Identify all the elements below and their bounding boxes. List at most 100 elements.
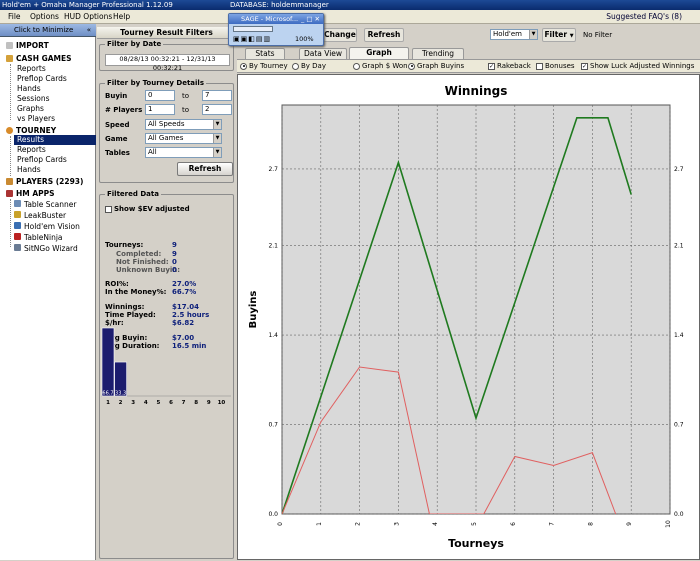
by-tourney-label: By Tourney [249,62,288,70]
date-range-field[interactable]: 08/28/13 00:32:21 - 12/31/13 00:32:21 [105,54,230,72]
stat-label: Not Finished: [116,258,169,266]
app-label: LeakBuster [24,211,67,220]
sidebar-hm-apps[interactable]: HM APPS [6,189,55,198]
tab-trending[interactable]: Trending [412,48,464,59]
filter-refresh-button[interactable]: Refresh [177,162,233,176]
sidebar-players[interactable]: PLAYERS (2293) [6,177,83,186]
sidebar-import[interactable]: IMPORT [6,41,49,50]
by-day-radio[interactable]: By Day [292,62,326,70]
menu-help[interactable]: Help [113,10,130,24]
tableninja-icon [14,233,21,240]
radio-icon[interactable] [353,62,360,70]
change-button[interactable]: Change [323,28,357,42]
tab-data-view[interactable]: Data View [299,48,347,59]
chevron-down-icon[interactable]: ▼ [529,30,537,39]
players-from-input[interactable]: 1 [145,104,175,115]
suggested-faq-link[interactable]: Suggested FAQ's (8) [606,10,682,24]
sidebar-players-label: PLAYERS (2293) [16,177,84,186]
checkbox-icon[interactable]: ✓ [581,62,588,70]
game-select[interactable]: All Games ▼ [145,133,222,144]
sage-window-controls[interactable]: _ □ ✕ [301,14,320,24]
sidebar-app-leakbuster[interactable]: LeakBuster [14,211,66,221]
tables-select[interactable]: All ▼ [145,147,222,158]
sidebar-tourney[interactable]: TOURNEY [6,126,56,135]
mini-chart-tick-label: 3 [131,400,135,406]
by-tourney-radio[interactable]: By Tourney [240,62,288,70]
menu-hud-options[interactable]: HUD Options [64,10,112,24]
sidebar-item-cash-reports[interactable]: Reports [17,64,46,74]
sidebar-item-vs-players[interactable]: vs Players [17,114,55,124]
buyin-from-input[interactable]: 0 [145,90,175,101]
graph-won-radio[interactable]: Graph $ Won [353,62,408,70]
chevron-down-icon[interactable]: ▼ [213,148,221,157]
tab-graph[interactable]: Graph [349,47,409,59]
filter-button[interactable]: Filter ▼ [542,28,576,42]
app-label: Hold'em Vision [24,222,80,231]
sidebar-hm-apps-label: HM APPS [16,189,55,198]
y-tick-label: 0.7 [268,422,278,429]
luck-adjusted-checkbox[interactable]: ✓ Show Luck Adjusted Winnings [581,62,694,70]
players-to-input[interactable]: 2 [202,104,232,115]
speed-select[interactable]: All Speeds ▼ [145,119,222,130]
radio-icon[interactable] [408,62,415,70]
app-label: Table Scanner [24,200,77,209]
show-ev-checkbox[interactable]: Show $EV adjusted [105,205,190,213]
checkbox-icon[interactable]: ✓ [488,62,495,70]
sage-slider[interactable] [233,26,273,32]
show-ev-label: Show $EV adjusted [114,205,190,213]
main-area: Change Refresh Hold'em ▼ Filter ▼ No Filt… [237,24,700,560]
bonuses-checkbox[interactable]: Bonuses [536,62,575,70]
sidebar-app-tableninja[interactable]: TableNinja [14,233,63,243]
tab-stats[interactable]: Stats [245,48,285,59]
sidebar-app-holdem-vision[interactable]: Hold'em Vision [14,222,80,232]
graph-buyins-radio[interactable]: Graph Buyins [408,62,464,70]
sidebar-app-sitngo-wizard[interactable]: SitNGo Wizard [14,244,78,254]
buyin-to-input[interactable]: 7 [202,90,232,101]
sage-titlebar[interactable]: SAGE - Microsof... _ □ ✕ [229,14,323,24]
sidebar-item-results[interactable]: Results [14,135,96,145]
x-tick-label: 10 [665,520,672,528]
sage-title: SAGE - Microsof... [241,15,299,23]
sidebar-item-graphs[interactable]: Graphs [17,104,44,114]
radio-icon[interactable] [240,62,247,70]
sidebar-item-sessions[interactable]: Sessions [17,94,50,104]
sidebar-app-table-scanner[interactable]: Table Scanner [14,200,76,210]
stat-label: Completed: [116,250,162,258]
date-filter-group: Filter by Date 08/28/13 00:32:21 - 12/31… [99,40,234,72]
game-type-select[interactable]: Hold'em ▼ [490,29,538,40]
database-label: DATABASE: holdemmanager [230,1,329,9]
to-label: to [182,92,190,100]
refresh-button[interactable]: Refresh [364,28,404,42]
sage-floating-window[interactable]: SAGE - Microsof... _ □ ✕ ▣▣◧▤▥ 100% [228,13,324,46]
sage-tool-icons[interactable]: ▣▣◧▤▥ [233,35,271,43]
mini-chart-tick-label: 9 [207,400,211,406]
players-icon [6,178,13,185]
rakeback-label: Rakeback [497,62,531,70]
checkbox-icon[interactable] [105,205,112,213]
y-tick-label-right: 2.7 [674,166,684,173]
collapse-icon[interactable]: « [87,24,91,37]
luck-adjusted-label: Show Luck Adjusted Winnings [590,62,695,70]
sidebar-item-cash-preflop[interactable]: Preflop Cards [17,74,67,84]
radio-icon[interactable] [292,62,299,70]
sidebar: Click to Minimize « IMPORT CASH GAMES Re… [0,24,96,560]
sidebar-item-cash-hands[interactable]: Hands [17,84,41,94]
sidebar-item-tourney-preflop[interactable]: Preflop Cards [17,155,67,165]
sidebar-item-tourney-hands[interactable]: Hands [17,165,41,175]
x-tick-label: 8 [587,522,594,526]
to-label: to [182,106,190,114]
checkbox-icon[interactable] [536,62,543,70]
y-tick-label: 2.1 [268,243,278,250]
chevron-down-icon[interactable]: ▼ [213,134,221,143]
chevron-down-icon[interactable]: ▼ [213,120,221,129]
x-tick-label: 9 [626,522,633,526]
y-tick-label-right: 0.0 [674,511,684,518]
filter-panel: Tourney Result Filters Filter by Date 08… [97,24,236,560]
menu-options[interactable]: Options [30,10,59,24]
minimize-sidebar-button[interactable]: Click to Minimize « [0,24,96,37]
rakeback-checkbox[interactable]: ✓ Rakeback [488,62,531,70]
sidebar-cash-games[interactable]: CASH GAMES [6,54,72,63]
sage-toolbar: ▣▣◧▤▥ 100% [229,24,323,46]
menu-file[interactable]: File [8,10,21,24]
sidebar-item-tourney-reports[interactable]: Reports [17,145,46,155]
